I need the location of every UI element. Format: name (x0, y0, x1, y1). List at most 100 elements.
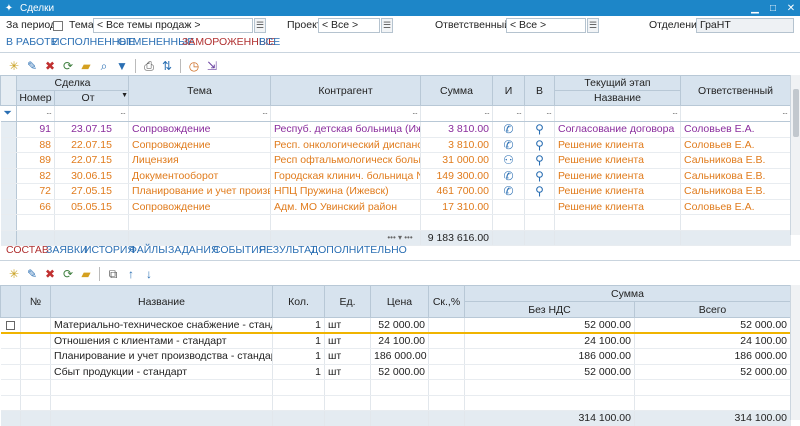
items-scrollbar[interactable] (790, 285, 800, 420)
tab-history[interactable]: ИСТОРИЯ (84, 244, 135, 256)
deal-topic: Документооборот (128, 168, 271, 184)
topic-select[interactable]: < Все темы продаж > (93, 18, 253, 33)
paperclip-icon[interactable]: ⚲ (524, 121, 555, 138)
table-row[interactable]: 91 23.07.15 Сопровождение Респуб. детская б… (0, 121, 791, 138)
filter-cell[interactable]: ··· (554, 105, 681, 122)
table-row[interactable]: Отношения с клиентами - стандарт 1 шт 24 10… (0, 333, 791, 349)
col-name[interactable]: Название (50, 285, 273, 318)
folder-icon[interactable]: ▰ (78, 58, 94, 74)
col-price[interactable]: Цена (370, 285, 429, 318)
filter-cell[interactable]: ··· (492, 105, 525, 122)
responsible-dropdown-button[interactable]: ☰ (587, 18, 599, 33)
checkbox[interactable] (5, 320, 15, 330)
row-checkbox[interactable] (0, 317, 21, 334)
deals-scrollbar[interactable] (790, 75, 800, 235)
sort-icon[interactable]: ⇅ (159, 58, 175, 74)
refresh-icon[interactable]: ⟳ (60, 58, 76, 74)
filter-cell[interactable]: ··· (680, 105, 791, 122)
col-responsible[interactable]: Ответственный (680, 75, 791, 106)
row-checkbox[interactable] (0, 364, 21, 380)
tab-in-work[interactable]: В РАБОТЕ (6, 36, 58, 48)
paperclip-icon[interactable]: ⚲ (524, 183, 555, 200)
edit-icon[interactable]: ✎ (24, 58, 40, 74)
col-v[interactable]: В (524, 75, 555, 106)
delete-icon[interactable]: ✖ (42, 266, 58, 282)
table-row[interactable]: Сбыт продукции - стандарт 1 шт 52 000.00 52 … (0, 364, 791, 380)
col-num[interactable]: № (20, 285, 51, 318)
move-up-icon[interactable]: ↑ (123, 266, 139, 282)
tab-result[interactable]: РЕЗУЛЬТАТ (259, 244, 317, 256)
refresh-icon[interactable]: ⟳ (60, 266, 76, 282)
table-row[interactable]: Планирование и учет производства - станд… (0, 348, 791, 365)
filter-icon[interactable]: ▼ (114, 58, 130, 74)
phone-icon[interactable]: ✆ (492, 183, 525, 200)
delete-icon[interactable]: ✖ (42, 58, 58, 74)
col-sum[interactable]: Сумма (420, 75, 493, 106)
phone-icon[interactable]: ✆ (492, 168, 525, 184)
phone-icon[interactable]: ✆ (492, 137, 525, 153)
tab-composition[interactable]: СОСТАВ (6, 244, 49, 256)
table-row[interactable]: 66 05.05.15 Сопровождение Адм. МО Увинский … (0, 199, 791, 215)
filter-icon[interactable]: ⏷ (0, 105, 17, 122)
new-icon[interactable]: ✳ (6, 58, 22, 74)
export-icon[interactable]: ⇲ (204, 58, 220, 74)
filter-cell[interactable]: ··· (128, 105, 271, 122)
copy-icon[interactable]: ⧉ (105, 266, 121, 282)
tab-files[interactable]: ФАЙЛЫ (129, 244, 168, 256)
tab-requests[interactable]: ЗАЯВКИ (46, 244, 88, 256)
scrollbar-thumb[interactable] (793, 89, 799, 137)
col-i[interactable]: И (492, 75, 525, 106)
minimize-icon[interactable]: ▁ (746, 3, 764, 14)
close-icon[interactable]: ✕ (782, 3, 800, 14)
col-unit[interactable]: Ед. (324, 285, 371, 318)
paperclip-icon[interactable]: ⚲ (524, 168, 555, 184)
topic-dropdown-button[interactable]: ☰ (254, 18, 266, 33)
project-dropdown-button[interactable]: ☰ (381, 18, 393, 33)
paperclip-icon[interactable]: ⚲ (524, 137, 555, 153)
filter-cell[interactable]: ··· (524, 105, 555, 122)
clock-icon[interactable]: ◷ (186, 58, 202, 74)
tab-additional[interactable]: ДОПОЛНИТЕЛЬНО (311, 244, 407, 256)
row-checkbox[interactable] (0, 333, 21, 349)
edit-icon[interactable]: ✎ (24, 266, 40, 282)
people-icon[interactable]: ⚇ (492, 152, 525, 169)
filter-cell[interactable]: ··· (54, 105, 129, 122)
maximize-icon[interactable]: □ (764, 3, 782, 14)
row-checkbox[interactable] (0, 348, 21, 365)
deal-number: 88 (16, 137, 55, 153)
filter-cell[interactable]: ··· (270, 105, 421, 122)
table-row[interactable]: 89 22.07.15 Лицензия Респ офтальмологическ … (0, 152, 791, 169)
item-price: 52 000.00 (370, 317, 429, 334)
filter-cell[interactable]: ··· (420, 105, 493, 122)
table-row[interactable]: 88 22.07.15 Сопровождение Респ. онкологичес… (0, 137, 791, 153)
tab-all[interactable]: ВСЕ (259, 36, 280, 48)
print-icon[interactable]: ⎙ (141, 58, 157, 74)
col-discount[interactable]: Ск.,% (428, 285, 465, 318)
col-stage-name[interactable]: Название (554, 90, 681, 106)
col-topic[interactable]: Тема (128, 75, 271, 106)
col-qty[interactable]: Кол. (272, 285, 325, 318)
project-select[interactable]: < Все > (318, 18, 380, 33)
filter-cell[interactable]: ··· (16, 105, 55, 122)
item-no-vat: 52 000.00 (464, 317, 635, 334)
col-from[interactable]: От ▼ (54, 90, 129, 106)
period-checkbox[interactable] (53, 21, 63, 31)
col-no-vat[interactable]: Без НДС (464, 301, 635, 318)
table-row[interactable]: Материально-техническое снабжение - стан… (0, 317, 791, 334)
splitter[interactable]: ••• ▾ ••• (0, 234, 800, 242)
toolbar-separator (99, 267, 100, 281)
col-contractor[interactable]: Контрагент (270, 75, 421, 106)
table-row[interactable]: 82 30.06.15 Документооборот Городская клини… (0, 168, 791, 184)
folder-icon[interactable]: ▰ (78, 266, 94, 282)
paperclip-icon[interactable]: ⚲ (524, 152, 555, 169)
col-number[interactable]: Номер (16, 90, 55, 106)
search-icon[interactable]: ⌕ (96, 58, 112, 74)
table-row[interactable]: 7227.05.15Планирование и учет производст… (0, 183, 791, 200)
col-total[interactable]: Всего (634, 301, 791, 318)
phone-icon[interactable]: ✆ (492, 121, 525, 138)
new-icon[interactable]: ✳ (6, 266, 22, 282)
tab-tasks[interactable]: ЗАДАНИЯ (168, 244, 219, 256)
deal-number: 89 (16, 152, 55, 169)
responsible-select[interactable]: < Все > (506, 18, 586, 33)
move-down-icon[interactable]: ↓ (141, 266, 157, 282)
